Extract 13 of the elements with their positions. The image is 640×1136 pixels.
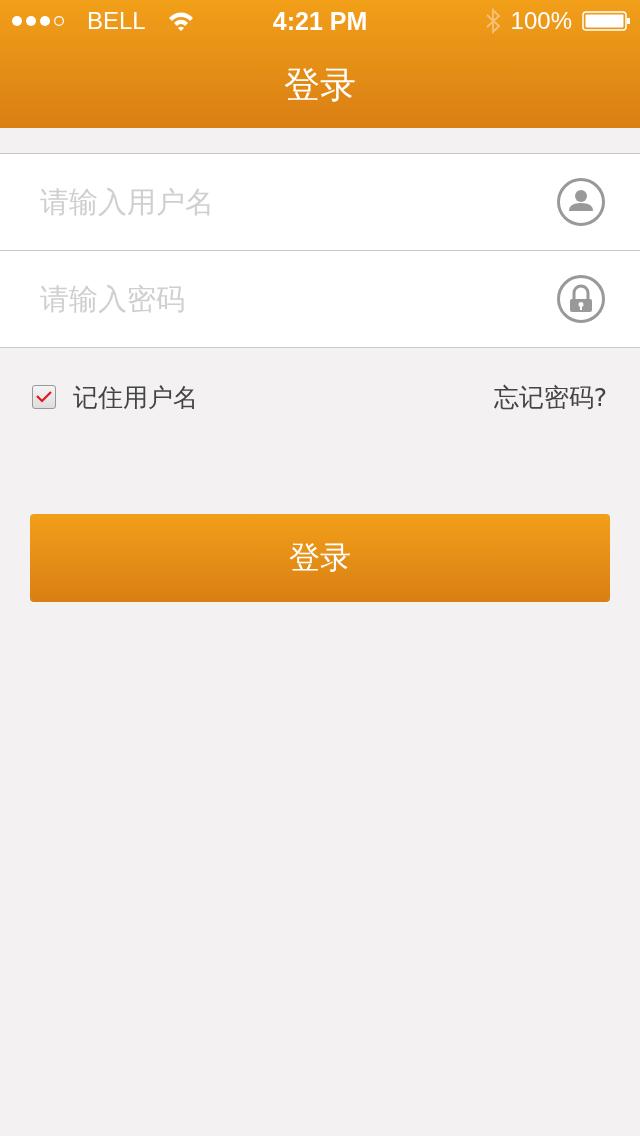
clock-time: 4:21 PM <box>272 7 368 36</box>
forgot-password-link[interactable]: 忘记密码? <box>493 380 607 414</box>
remember-checkbox[interactable] <box>32 385 56 409</box>
user-icon <box>557 178 605 226</box>
battery-percent: 100% <box>510 7 572 35</box>
signal-icon <box>12 15 65 27</box>
lock-icon <box>557 275 605 323</box>
bluetooth-icon <box>484 8 501 34</box>
carrier-name: BELL <box>87 7 146 35</box>
battery-icon <box>582 11 630 31</box>
remember-label: 记住用户名 <box>73 381 198 414</box>
nav-title: 登录 <box>284 62 356 107</box>
wifi-icon <box>167 11 194 31</box>
